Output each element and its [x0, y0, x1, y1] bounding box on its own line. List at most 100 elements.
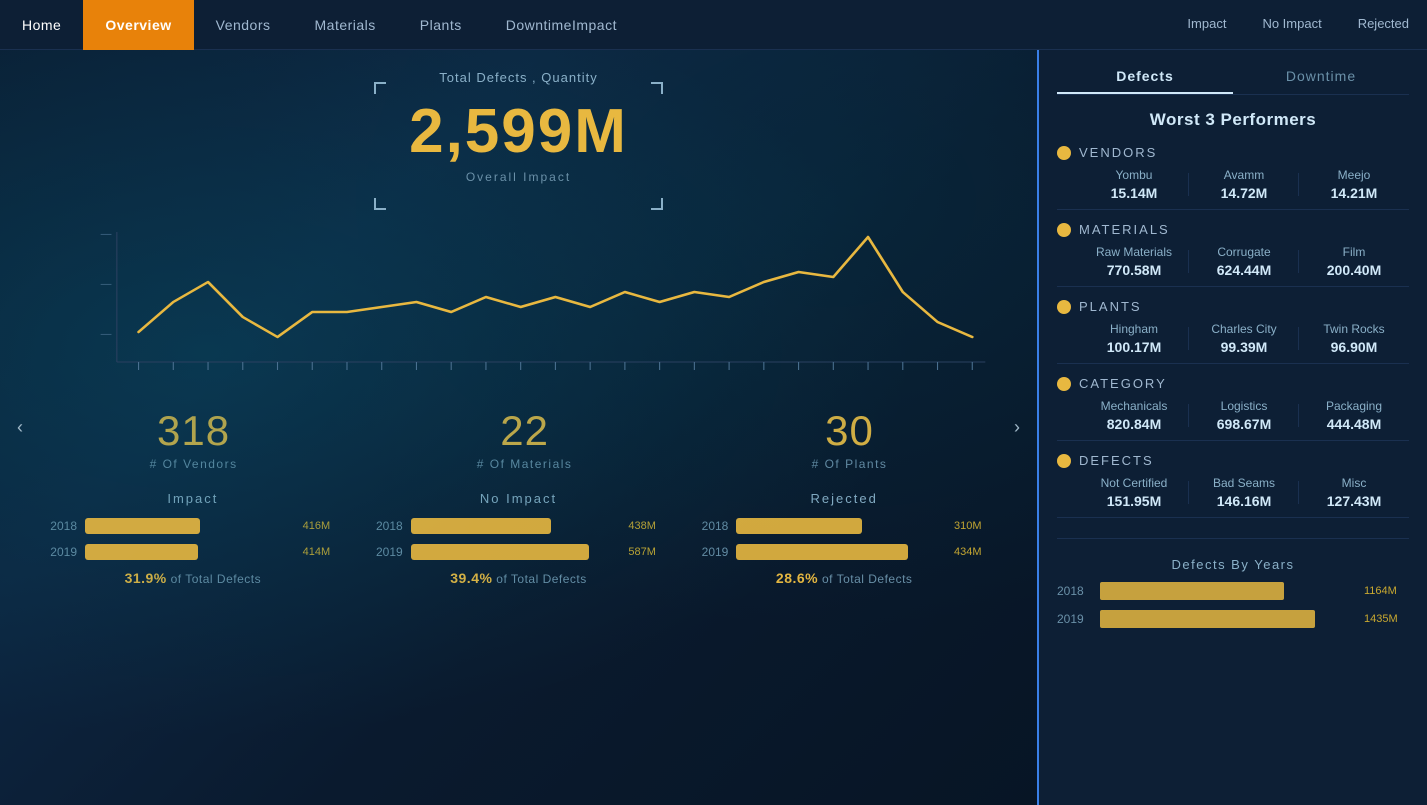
- bar-year: 2018: [371, 519, 403, 533]
- year-label: 2018: [1057, 584, 1092, 598]
- year-bar-value: 1435M: [1364, 613, 1409, 625]
- stat-value: 318: [150, 407, 238, 455]
- performer-section-vendors: Vendors Yombu 15.14M Avamm 14.72M Meejo …: [1057, 145, 1409, 210]
- performer-section-plants: Plants Hingham 100.17M Charles City 99.3…: [1057, 299, 1409, 364]
- performer-name: Packaging: [1299, 399, 1409, 413]
- performer-dot: [1057, 454, 1071, 468]
- stats-row: 318 # Of Vendors 22 # Of Materials 30 # …: [30, 407, 1007, 471]
- performer-name: Misc: [1299, 476, 1409, 490]
- performer-value: 624.44M: [1189, 262, 1299, 278]
- bar-year: 2019: [696, 545, 728, 559]
- performer-value: 99.39M: [1189, 339, 1299, 355]
- next-arrow[interactable]: ›: [1002, 413, 1032, 443]
- performer-value: 146.16M: [1189, 493, 1299, 509]
- performer-value: 151.95M: [1079, 493, 1189, 509]
- right-tab-defects[interactable]: Defects: [1057, 60, 1233, 94]
- bar-value: 587M: [628, 546, 666, 558]
- impact-title: No Impact: [371, 491, 667, 506]
- bar-row: 2019 587M: [371, 544, 667, 560]
- performer-item: Hingham 100.17M: [1079, 322, 1189, 355]
- bar-track: [736, 544, 946, 560]
- performer-name: Corrugate: [1189, 245, 1299, 259]
- bar-row: 2018 438M: [371, 518, 667, 534]
- nav-item-overview[interactable]: Overview: [83, 0, 193, 50]
- nav-item-plants[interactable]: Plants: [398, 0, 484, 50]
- nav-item-downtimeimpact[interactable]: DowntimeImpact: [484, 0, 639, 50]
- performer-divider: [1057, 440, 1409, 441]
- performer-name: Not Certified: [1079, 476, 1189, 490]
- bar-value: 416M: [303, 520, 341, 532]
- performer-items: Mechanicals 820.84M Logistics 698.67M Pa…: [1057, 399, 1409, 432]
- svg-text:—: —: [101, 330, 112, 341]
- years-section-title: Defects By Years: [1057, 557, 1409, 572]
- prev-arrow[interactable]: ‹: [5, 413, 35, 443]
- performer-items: Raw Materials 770.58M Corrugate 624.44M …: [1057, 245, 1409, 278]
- top-right-tabs: ImpactNo ImpactRejected: [1169, 0, 1427, 50]
- performer-name: Logistics: [1189, 399, 1299, 413]
- svg-text:—: —: [101, 230, 112, 241]
- nav-item-materials[interactable]: Materials: [293, 0, 398, 50]
- performer-items: Hingham 100.17M Charles City 99.39M Twin…: [1057, 322, 1409, 355]
- bar-value: 310M: [954, 520, 992, 532]
- bar-row: 2019 414M: [45, 544, 341, 560]
- top-navigation: HomeOverviewVendorsMaterialsPlantsDownti…: [0, 0, 1427, 50]
- bar-year: 2019: [371, 545, 403, 559]
- performer-item: Packaging 444.48M: [1299, 399, 1409, 432]
- divider: [1057, 538, 1409, 539]
- svg-text:—: —: [101, 280, 112, 291]
- year-bar-row: 2018 1164M: [1057, 582, 1409, 600]
- bar-fill: [85, 518, 200, 534]
- performer-value: 200.40M: [1299, 262, 1409, 278]
- performer-name: Avamm: [1189, 168, 1299, 182]
- bar-row: 2018 416M: [45, 518, 341, 534]
- stat-item: 30 # Of Plants: [812, 407, 888, 471]
- nav-item-home[interactable]: Home: [0, 0, 83, 50]
- chart-container: Total Defects , Quantity 2,599M Overall …: [30, 70, 1007, 202]
- performer-item: Meejo 14.21M: [1299, 168, 1409, 201]
- bar-row: 2018 310M: [696, 518, 992, 534]
- performer-divider: [1057, 363, 1409, 364]
- bar-year: 2019: [45, 545, 77, 559]
- bar-track: [411, 518, 621, 534]
- performer-item: Corrugate 624.44M: [1189, 245, 1299, 278]
- performer-value: 770.58M: [1079, 262, 1189, 278]
- year-bar-row: 2019 1435M: [1057, 610, 1409, 628]
- bar-year: 2018: [45, 519, 77, 533]
- performer-header: Plants: [1057, 299, 1409, 314]
- bar-track: [85, 518, 295, 534]
- performer-item: Mechanicals 820.84M: [1079, 399, 1189, 432]
- pct-text: 31.9% of Total Defects: [45, 570, 341, 586]
- top-tab-no-impact[interactable]: No Impact: [1244, 0, 1339, 50]
- bar-row: 2019 434M: [696, 544, 992, 560]
- bar-value: 414M: [303, 546, 341, 558]
- right-panel: DefectsDowntime Worst 3 Performers Vendo…: [1037, 50, 1427, 805]
- nav-item-vendors[interactable]: Vendors: [194, 0, 293, 50]
- stat-label: # Of Vendors: [150, 457, 238, 471]
- performer-name: Film: [1299, 245, 1409, 259]
- performer-divider: [1057, 517, 1409, 518]
- performer-item: Yombu 15.14M: [1079, 168, 1189, 201]
- performer-item: Misc 127.43M: [1299, 476, 1409, 509]
- performer-section-defects: Defects Not Certified 151.95M Bad Seams …: [1057, 453, 1409, 518]
- stat-label: # Of Materials: [477, 457, 573, 471]
- performer-dot: [1057, 223, 1071, 237]
- performer-name: Charles City: [1189, 322, 1299, 336]
- performer-value: 14.72M: [1189, 185, 1299, 201]
- performer-header: Category: [1057, 376, 1409, 391]
- performer-value: 15.14M: [1079, 185, 1189, 201]
- stat-value: 30: [812, 407, 888, 455]
- top-tab-impact[interactable]: Impact: [1169, 0, 1244, 50]
- impact-col: Impact 2018 416M 2019 414M 31.9% of Tota…: [30, 491, 356, 586]
- right-tab-downtime[interactable]: Downtime: [1233, 60, 1409, 94]
- chart-subtitle: Overall Impact: [409, 170, 628, 184]
- bar-fill: [85, 544, 198, 560]
- performer-name: Yombu: [1079, 168, 1189, 182]
- performer-section-materials: Materials Raw Materials 770.58M Corrugat…: [1057, 222, 1409, 287]
- performer-value: 127.43M: [1299, 493, 1409, 509]
- top-tab-rejected[interactable]: Rejected: [1340, 0, 1427, 50]
- performer-dot: [1057, 377, 1071, 391]
- pct-text: 28.6% of Total Defects: [696, 570, 992, 586]
- impact-section: Impact 2018 416M 2019 414M 31.9% of Tota…: [30, 491, 1007, 586]
- performer-dot: [1057, 146, 1071, 160]
- year-bars: 2018 1164M 2019 1435M: [1057, 582, 1409, 638]
